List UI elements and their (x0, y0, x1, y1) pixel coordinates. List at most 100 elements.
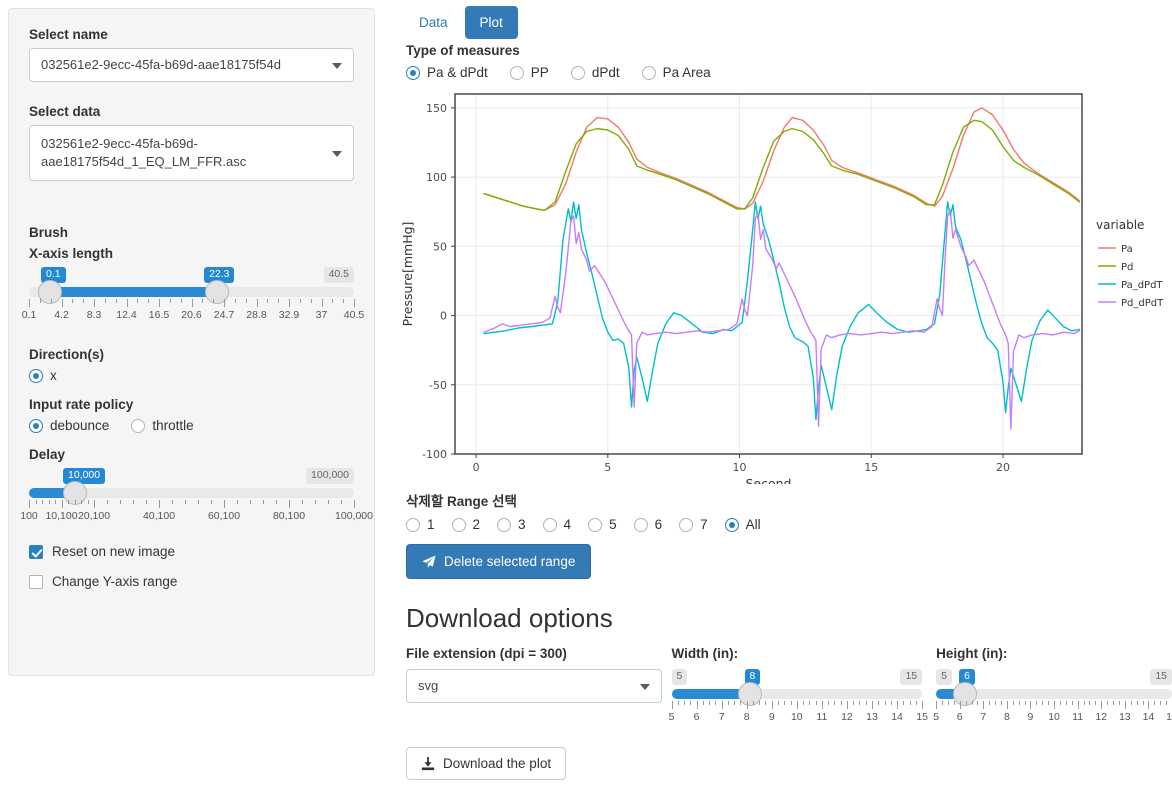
delete-selected-range-button[interactable]: Delete selected range (406, 544, 592, 579)
direction-option-label: x (50, 368, 57, 383)
slider-tick-minor (702, 701, 704, 705)
slider-tick-label: 10,100 (45, 510, 78, 522)
slider-tick-label: 12 (841, 711, 853, 723)
height-slider-tick-labels: 5 6 7 8 9 10 11 12 13 14 15 (933, 711, 1172, 725)
slider-tick-minor (803, 701, 805, 705)
change-yaxis-range-checkbox[interactable]: Change Y-axis range (29, 574, 354, 589)
input-rate-policy-radio-group: debounce throttle (29, 418, 354, 433)
slider-tick-minor (709, 701, 711, 705)
slider-tick-minor (1130, 701, 1132, 705)
slider-tick-minor (859, 701, 861, 705)
slider-tick-minor (237, 500, 238, 504)
measure-option-label: PP (530, 65, 549, 80)
slider-tick-minor (81, 500, 82, 504)
slider-tick-major (94, 500, 95, 508)
file-extension-dropdown[interactable]: svg (406, 669, 662, 703)
slider-tick-minor (1089, 701, 1091, 705)
policy-option-debounce[interactable]: debounce (29, 418, 109, 433)
reset-on-new-image-checkbox[interactable]: Reset on new image (29, 544, 354, 559)
file-extension-value: svg (418, 678, 439, 693)
download-the-plot-button[interactable]: Download the plot (406, 747, 567, 780)
slider-tick-label: 37 (315, 309, 328, 321)
tab-plot[interactable]: Plot (464, 6, 518, 39)
measure-option-pp[interactable]: PP (509, 65, 549, 80)
slider-tick-minor (1154, 701, 1156, 705)
policy-option-throttle[interactable]: throttle (131, 418, 194, 433)
slider-tick-minor (48, 500, 50, 504)
radio-icon (570, 65, 585, 80)
range-option-7[interactable]: 7 (679, 517, 708, 532)
slider-tick-minor (213, 299, 215, 303)
y-axis-tick-label: 100 (426, 171, 447, 184)
slider-tick-minor (250, 500, 251, 504)
slider-tick-minor (202, 299, 204, 303)
slider-tick-minor (884, 701, 886, 705)
y-axis-tick-label: -50 (429, 379, 447, 392)
measure-option-pa-area[interactable]: Pa Area (641, 65, 711, 80)
width-max-bubble: 15 (900, 669, 923, 685)
delay-slider-rail[interactable] (29, 481, 354, 505)
slider-tick-minor (727, 701, 729, 705)
slider-tick-minor (903, 701, 905, 705)
slider-tick-minor (1113, 701, 1115, 705)
radio-icon (724, 517, 739, 532)
xaxis-length-slider[interactable]: 0.1 22.3 40.5 0.1 4.2 8.3 12.4 16.5 20.6 24.7 2… (22, 267, 364, 323)
xaxis-slider-rail[interactable] (29, 280, 354, 304)
slider-tick-minor (878, 701, 880, 705)
slider-tick-major (1077, 701, 1079, 709)
slider-tick-label: 6 (956, 711, 963, 723)
range-option-1[interactable]: 1 (406, 517, 435, 532)
range-option-3[interactable]: 3 (497, 517, 526, 532)
slider-tick-minor (185, 500, 186, 504)
slider-tick-minor (1071, 701, 1073, 705)
slider-tick-major (1101, 701, 1103, 709)
slider-tick-label: 15 (916, 711, 928, 723)
range-option-4[interactable]: 4 (542, 517, 571, 532)
select-data-dropdown[interactable]: 032561e2-9ecc-45fa-b69d-aae18175f54d_1_E… (29, 125, 354, 181)
xaxis-slider-ticks (29, 299, 355, 308)
slider-tick-minor (83, 299, 85, 303)
slider-tick-major (1030, 701, 1032, 709)
slider-tick-label: 20.6 (181, 309, 202, 321)
range-option-5[interactable]: 5 (588, 517, 617, 532)
slider-tick-minor (1136, 701, 1138, 705)
height-slider[interactable]: 5 6 15 5 6 7 8 9 10 11 12 13 14 15 (933, 669, 1172, 725)
select-name-dropdown[interactable]: 032561e2-9ecc-45fa-b69d-aae18175f54d (29, 48, 354, 82)
slider-tick-minor (55, 500, 56, 504)
xaxis-slider-fill (50, 287, 217, 297)
direction-option-x[interactable]: x (29, 368, 57, 383)
radio-icon (588, 517, 603, 532)
tab-data[interactable]: Data (404, 6, 463, 39)
slider-tick-major (1148, 701, 1150, 709)
range-option-all[interactable]: All (724, 517, 761, 532)
slider-tick-major (872, 701, 873, 709)
height-slider-rail[interactable] (936, 682, 1172, 706)
slider-tick-minor (42, 500, 43, 504)
slider-tick-minor (853, 701, 855, 705)
slider-tick-label: 100,000 (335, 510, 373, 522)
slider-tick-minor (1012, 701, 1014, 705)
policy-option-label: throttle (152, 418, 194, 433)
slider-tick-minor (1000, 701, 1002, 705)
width-slider[interactable]: 5 8 15 5 6 7 8 9 10 11 12 13 14 15 (669, 669, 928, 725)
slider-tick-major (126, 299, 128, 307)
slider-tick-label: 9 (1027, 711, 1034, 723)
slider-tick-minor (677, 701, 679, 705)
slider-tick-major (321, 299, 323, 307)
range-option-6[interactable]: 6 (633, 517, 662, 532)
slider-tick-minor (35, 500, 37, 504)
slider-tick-minor (1095, 701, 1097, 705)
slider-tick-minor (809, 701, 811, 705)
slider-tick-minor (840, 701, 842, 705)
width-slider-rail[interactable] (671, 682, 923, 706)
checkbox-icon (29, 574, 43, 589)
x-axis-tick-label: 5 (604, 461, 611, 474)
file-extension-label: File extension (dpi = 300) (406, 646, 567, 661)
delay-slider[interactable]: 10,000 100,000 100 10,100 20,100 40,100 60,1… (20, 468, 373, 524)
measure-option-pa-dpdt[interactable]: Pa & dPdt (406, 65, 488, 80)
slider-tick-major (771, 701, 773, 709)
measure-option-dpdt[interactable]: dPdt (570, 65, 620, 80)
slider-tick-major (224, 299, 225, 307)
slider-tick-label: 60,100 (207, 510, 241, 522)
range-option-2[interactable]: 2 (451, 517, 480, 532)
